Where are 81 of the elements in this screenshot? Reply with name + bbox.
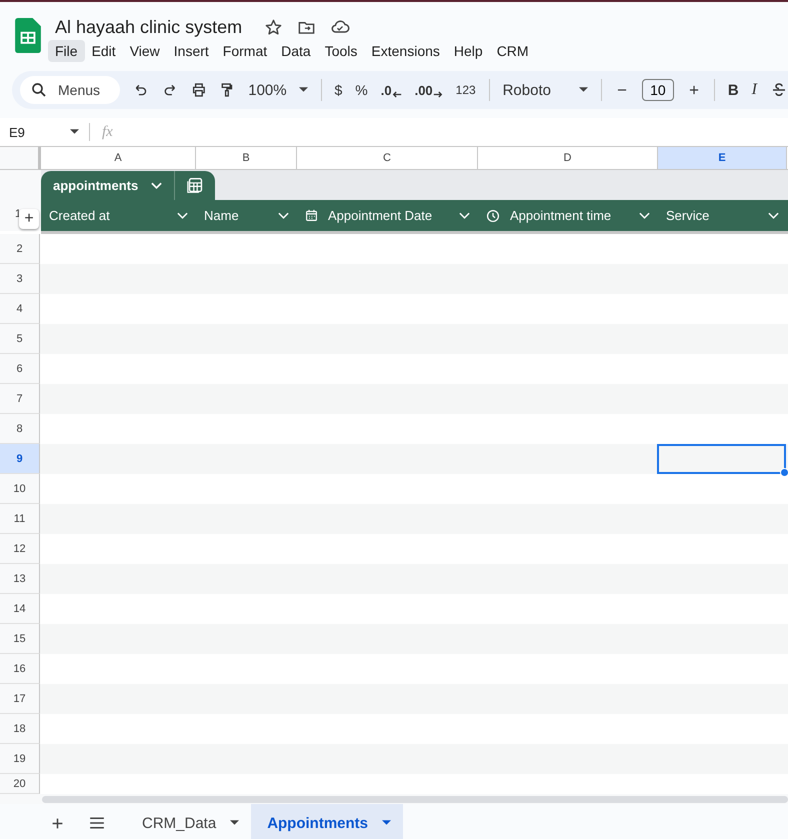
increase-decimal-button[interactable]: .00 xyxy=(414,82,443,98)
chevron-down-icon xyxy=(151,182,162,190)
chevron-down-icon[interactable] xyxy=(768,212,779,220)
column-header-cell[interactable]: Appointment time xyxy=(478,200,658,231)
row-number[interactable]: 2 xyxy=(0,234,40,264)
menu-item[interactable]: Extensions xyxy=(364,40,447,62)
column-header[interactable]: B xyxy=(196,147,297,170)
row-number[interactable]: 19 xyxy=(0,744,40,774)
arrow-left-icon xyxy=(392,90,402,98)
column-header-cell[interactable]: Name xyxy=(196,200,297,231)
chevron-down-icon[interactable] xyxy=(177,212,188,220)
column-header-cell[interactable]: Service xyxy=(658,200,787,231)
menu-item[interactable]: Insert xyxy=(166,40,216,62)
row-number[interactable]: 11 xyxy=(0,504,40,534)
currency-button[interactable]: $ xyxy=(334,82,342,98)
row-number[interactable]: 15 xyxy=(0,624,40,654)
horizontal-scrollbar[interactable] xyxy=(42,796,788,802)
row-number[interactable]: 18 xyxy=(0,714,40,744)
row-number[interactable]: 20 xyxy=(0,774,40,794)
row-number[interactable]: 6 xyxy=(0,354,40,384)
caret-icon xyxy=(230,820,240,826)
arrow-right-icon xyxy=(432,90,443,98)
column-header[interactable]: C xyxy=(297,147,478,170)
sheets-logo-icon[interactable] xyxy=(15,18,41,53)
row-number[interactable]: 8 xyxy=(0,414,40,444)
row-number[interactable]: 5 xyxy=(0,324,40,354)
column-header[interactable]: D xyxy=(478,147,658,170)
sheet-tab[interactable]: CRM_Data xyxy=(126,804,252,839)
row-number[interactable]: 12 xyxy=(0,534,40,564)
column-header-cell[interactable]: Appointment Date xyxy=(297,200,478,231)
menu-item[interactable]: Help xyxy=(446,40,490,62)
strikethrough-icon[interactable] xyxy=(770,81,788,99)
chevron-down-icon[interactable] xyxy=(459,212,470,220)
row-number[interactable]: 16 xyxy=(0,654,40,684)
menu-item[interactable]: Tools xyxy=(318,40,364,62)
sheet-tab[interactable]: Appointments xyxy=(251,804,404,839)
menu-item[interactable]: File xyxy=(48,40,85,62)
menu-item[interactable]: Data xyxy=(274,40,318,62)
document-title[interactable]: Al hayaah clinic system xyxy=(55,16,242,38)
number-format-button[interactable]: 123 xyxy=(456,83,476,97)
font-size-field[interactable]: 10 xyxy=(642,79,674,101)
table-view-button[interactable] xyxy=(175,171,216,200)
name-box[interactable]: E9 xyxy=(0,123,90,141)
row-number[interactable]: 7 xyxy=(0,384,40,414)
column-header[interactable]: A xyxy=(41,147,196,170)
row-number[interactable]: 3 xyxy=(0,264,40,294)
column-header-cell[interactable]: Created at xyxy=(41,200,196,231)
row-number[interactable]: 9 xyxy=(0,444,40,474)
search-field[interactable]: Menus xyxy=(20,76,120,104)
caret-icon xyxy=(298,87,308,93)
add-column-button[interactable]: + xyxy=(19,209,39,229)
print-icon[interactable] xyxy=(190,81,206,99)
formula-label: fx xyxy=(102,124,113,140)
row-number[interactable]: 17 xyxy=(0,684,40,714)
italic-button[interactable]: I xyxy=(752,81,757,99)
search-icon xyxy=(30,81,48,99)
star-icon[interactable] xyxy=(264,18,284,36)
chevron-down-icon[interactable] xyxy=(639,212,650,220)
row-number[interactable]: 10 xyxy=(0,474,40,504)
table-name-tab[interactable]: appointments xyxy=(41,171,176,200)
menu-item[interactable]: View xyxy=(122,40,167,62)
caret-icon xyxy=(578,87,588,93)
decrease-decimal-button[interactable]: .0 xyxy=(380,82,402,98)
percent-button[interactable]: % xyxy=(355,82,368,98)
row-number[interactable]: 4 xyxy=(0,294,40,324)
menu-item[interactable]: Edit xyxy=(84,40,123,62)
table-icon xyxy=(186,177,204,194)
font-dropdown[interactable]: Roboto xyxy=(502,82,588,98)
chevron-down-icon[interactable] xyxy=(278,212,289,220)
caret-icon xyxy=(70,129,79,135)
calendar-icon xyxy=(305,209,318,222)
row-number[interactable]: 14 xyxy=(0,594,40,624)
caret-icon xyxy=(382,820,392,826)
menu-item[interactable]: CRM xyxy=(490,40,536,62)
menu-item[interactable]: Format xyxy=(216,40,274,62)
bold-button[interactable]: B xyxy=(728,82,739,98)
clock-icon xyxy=(486,208,500,222)
row-number[interactable]: 13 xyxy=(0,564,40,594)
selected-cell[interactable] xyxy=(657,444,786,474)
zoom-dropdown[interactable]: 100% xyxy=(248,82,308,98)
column-header[interactable]: E xyxy=(658,147,787,170)
